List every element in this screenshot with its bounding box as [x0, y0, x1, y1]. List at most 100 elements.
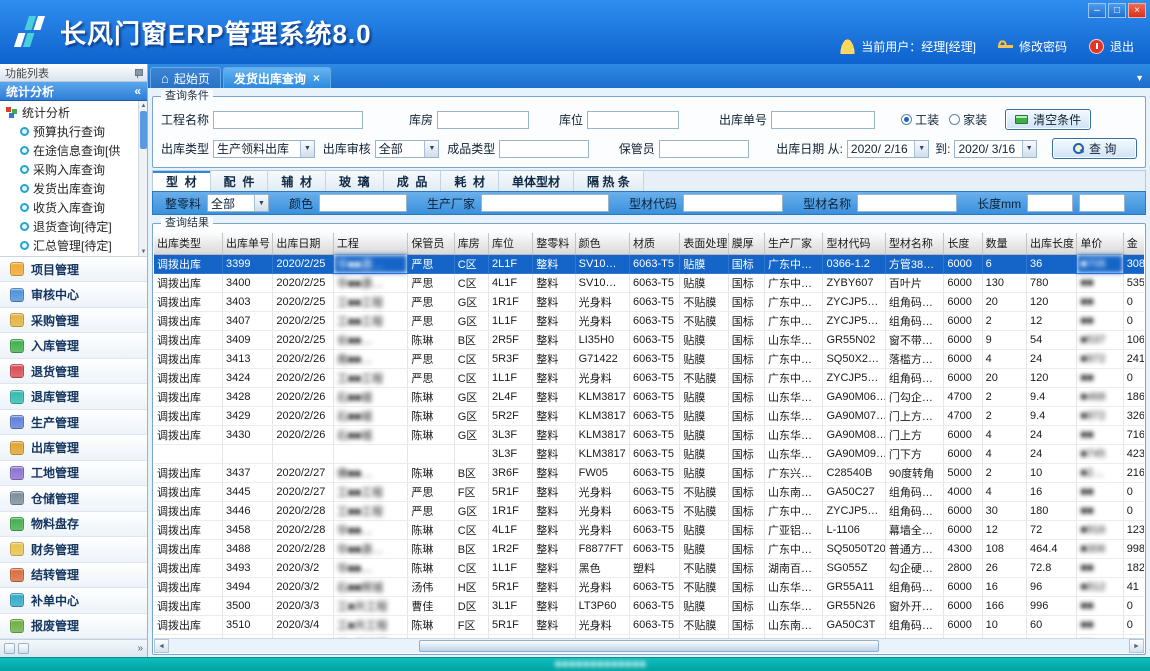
collapse-icon[interactable]: « — [134, 84, 141, 98]
column-header[interactable]: 保管员 — [408, 233, 454, 254]
sidebar-item-inventory[interactable]: 物料盘存 — [0, 512, 147, 537]
column-header[interactable]: 整零料 — [533, 233, 575, 254]
tree-item[interactable]: 收货入库查询 — [0, 198, 147, 217]
material-tab-7[interactable]: 隔 热 条 — [574, 171, 644, 191]
manufacturer-input[interactable] — [481, 194, 609, 212]
table-row[interactable]: 调拨出库34302020/2/26石■■城陈琳G区3L3F整料KLM381760… — [154, 425, 1144, 444]
clear-conditions-button[interactable]: 清空条件 — [1005, 109, 1091, 130]
material-tab-5[interactable]: 耗 材 — [441, 171, 499, 191]
sidebar-item-supplement[interactable]: 补单中心 — [0, 588, 147, 613]
sidebar-item-scrap[interactable]: 报废管理 — [0, 614, 147, 639]
column-header[interactable]: 出库类型 — [154, 233, 223, 254]
panel-icon-1[interactable] — [4, 643, 15, 654]
column-header[interactable]: 单价 — [1077, 233, 1123, 254]
search-button[interactable]: 查 询 — [1052, 138, 1137, 159]
tree-item[interactable]: 在途信息查询[供 — [0, 141, 147, 160]
material-tab-2[interactable]: 辅 材 — [268, 171, 326, 191]
panel-icon-2[interactable] — [18, 643, 29, 654]
tab-start-page[interactable]: ⌂ 起始页 — [150, 67, 221, 88]
date-from-picker[interactable]: 2020/ 2/16 ▼ — [847, 140, 929, 158]
radio-home-install[interactable]: 家装 — [949, 111, 987, 128]
tree-item[interactable]: 汇总管理[待定] — [0, 236, 147, 255]
column-header[interactable]: 工程 — [333, 233, 408, 254]
length-to-input[interactable] — [1079, 194, 1125, 212]
table-row[interactable]: 调拨出库34292020/2/26石■■城陈琳G区5R2F整料KLM381760… — [154, 406, 1144, 425]
warehouse-input[interactable] — [437, 111, 529, 129]
material-tab-6[interactable]: 单体型材 — [499, 171, 574, 191]
keeper-input[interactable] — [659, 140, 749, 158]
column-header[interactable]: 库房 — [454, 233, 488, 254]
scroll-up-icon[interactable]: ▲ — [139, 101, 147, 110]
maximize-button[interactable]: □ — [1108, 3, 1126, 18]
sidebar-item-return-goods[interactable]: 退货管理 — [0, 359, 147, 384]
table-row[interactable]: 调拨出库35002020/3/3工■共工程曹佳D区3L1F整料LT3P60606… — [154, 596, 1144, 615]
length-from-input[interactable] — [1027, 194, 1073, 212]
material-tab-4[interactable]: 成 品 — [384, 171, 442, 191]
table-row[interactable]: 调拨出库34462020/2/28工■■工程严思G区1R1F整料光身料6063-… — [154, 501, 1144, 520]
column-header[interactable]: 材质 — [630, 233, 680, 254]
color-input[interactable] — [319, 194, 407, 212]
column-header[interactable]: 库位 — [488, 233, 532, 254]
date-to-picker[interactable]: 2020/ 3/16 ▼ — [954, 140, 1036, 158]
table-row[interactable]: 调拨出库34882020/2/28华■■源…陈琳B区1R2F整料F8877FT6… — [154, 539, 1144, 558]
table-row[interactable]: 调拨出库33992020/2/25华■■源…严思C区2L1F整料SV10…606… — [154, 254, 1144, 273]
table-row[interactable]: 调拨出库34372020/2/27佛■■…陈琳B区3R6F整料FW056063-… — [154, 463, 1144, 482]
whole-part-select[interactable]: 全部 ▼ — [207, 194, 269, 212]
material-tab-0[interactable]: 型 材 — [153, 171, 211, 191]
tree-item[interactable]: 退货查询[待定] — [0, 217, 147, 236]
table-row[interactable]: 调拨出库34072020/2/25工■■工程严思G区1L1F整料光身料6063-… — [154, 311, 1144, 330]
table-row[interactable]: 调拨出库34242020/2/26工■■工程严思C区1L1F整料光身料6063-… — [154, 368, 1144, 387]
sidebar-item-site[interactable]: 工地管理 — [0, 461, 147, 486]
scroll-track[interactable] — [169, 639, 1129, 653]
column-header[interactable]: 数量 — [982, 233, 1026, 254]
tree-scrollbar[interactable]: ▲ ▼ — [138, 101, 147, 256]
table-row[interactable]: 3L3F整料KLM38176063-T5贴膜国标山东华…GA90M09…门下方6… — [154, 444, 1144, 463]
tree-root-statistics[interactable]: 统计分析 — [0, 103, 147, 122]
tab-list-dropdown-icon[interactable]: ▼ — [1135, 73, 1144, 83]
table-row[interactable]: 调拨出库34932020/3/2华■■…陈琳C区1L1F整料黑色塑料不贴膜国标湖… — [154, 558, 1144, 577]
column-header[interactable]: 出库长度 — [1026, 233, 1076, 254]
tree-scroll-thumb[interactable] — [140, 111, 147, 149]
sidebar-section-statistics[interactable]: 统计分析 « — [0, 82, 147, 101]
column-header[interactable]: 表面处理 — [680, 233, 728, 254]
close-button[interactable]: × — [1128, 3, 1146, 18]
scroll-thumb[interactable] — [419, 640, 880, 652]
horizontal-scrollbar[interactable]: ◄ ► — [154, 638, 1144, 653]
project-name-input[interactable] — [213, 111, 363, 129]
table-row[interactable]: 调拨出库34942020/3/2石■■辉城汤伟H区5R1F整料光身料6063-T… — [154, 577, 1144, 596]
table-row[interactable]: 调拨出库34032020/2/25工■■工程严思G区1R1F整料光身料6063-… — [154, 292, 1144, 311]
sidebar-item-carryover[interactable]: 结转管理 — [0, 563, 147, 588]
scroll-down-icon[interactable]: ▼ — [139, 247, 147, 256]
material-tab-1[interactable]: 配 件 — [211, 171, 269, 191]
sidebar-item-inbound[interactable]: 入库管理 — [0, 333, 147, 358]
more-icon[interactable]: » — [137, 643, 143, 654]
tree-item[interactable]: 采购入库查询 — [0, 160, 147, 179]
column-header[interactable]: 型材名称 — [885, 233, 943, 254]
table-row[interactable]: 调拨出库34452020/2/27工■■工程严思F区5R1F整料光身料6063-… — [154, 482, 1144, 501]
sidebar-item-return-store[interactable]: 退库管理 — [0, 384, 147, 409]
column-header[interactable]: 颜色 — [575, 233, 629, 254]
column-header[interactable]: 膜厚 — [728, 233, 764, 254]
column-header[interactable]: 生产厂家 — [765, 233, 823, 254]
logout-link[interactable]: 退出 — [1110, 38, 1134, 55]
radio-work-install[interactable]: 工装 — [901, 111, 939, 128]
sidebar-item-project[interactable]: 项目管理 — [0, 257, 147, 282]
table-row[interactable]: 调拨出库34582020/2/28华■■…陈琳C区4L1F整料光身料6063-T… — [154, 520, 1144, 539]
column-header[interactable]: 出库单号 — [223, 233, 273, 254]
outbound-type-select[interactable]: 生产领料出库 ▼ — [213, 140, 315, 158]
tree-item[interactable]: 预算执行查询 — [0, 122, 147, 141]
scroll-right-icon[interactable]: ► — [1129, 639, 1144, 653]
sidebar-item-production[interactable]: 生产管理 — [0, 410, 147, 435]
sidebar-item-warehouse[interactable]: 仓储管理 — [0, 486, 147, 511]
sidebar-item-purchase[interactable]: 采购管理 — [0, 308, 147, 333]
table-row[interactable]: 调拨出库35102020/3/4工■共工程陈琳F区5R1F整料光身料6063-T… — [154, 615, 1144, 634]
sidebar-item-outbound[interactable]: 出库管理 — [0, 435, 147, 460]
sidebar-item-audit[interactable]: 审核中心 — [0, 282, 147, 307]
table-row[interactable]: 调拨出库34282020/2/26石■■城陈琳G区2L4F整料KLM381760… — [154, 387, 1144, 406]
order-no-input[interactable] — [771, 111, 875, 129]
location-input[interactable] — [587, 111, 679, 129]
table-row[interactable]: 调拨出库34092020/2/25长■■…陈琳B区2R5F整料LI35H0606… — [154, 330, 1144, 349]
profile-code-input[interactable] — [683, 194, 783, 212]
column-header[interactable]: 型材代码 — [823, 233, 885, 254]
table-row[interactable]: 调拨出库34132020/2/26南■■…严思C区5R3F整料G71422606… — [154, 349, 1144, 368]
